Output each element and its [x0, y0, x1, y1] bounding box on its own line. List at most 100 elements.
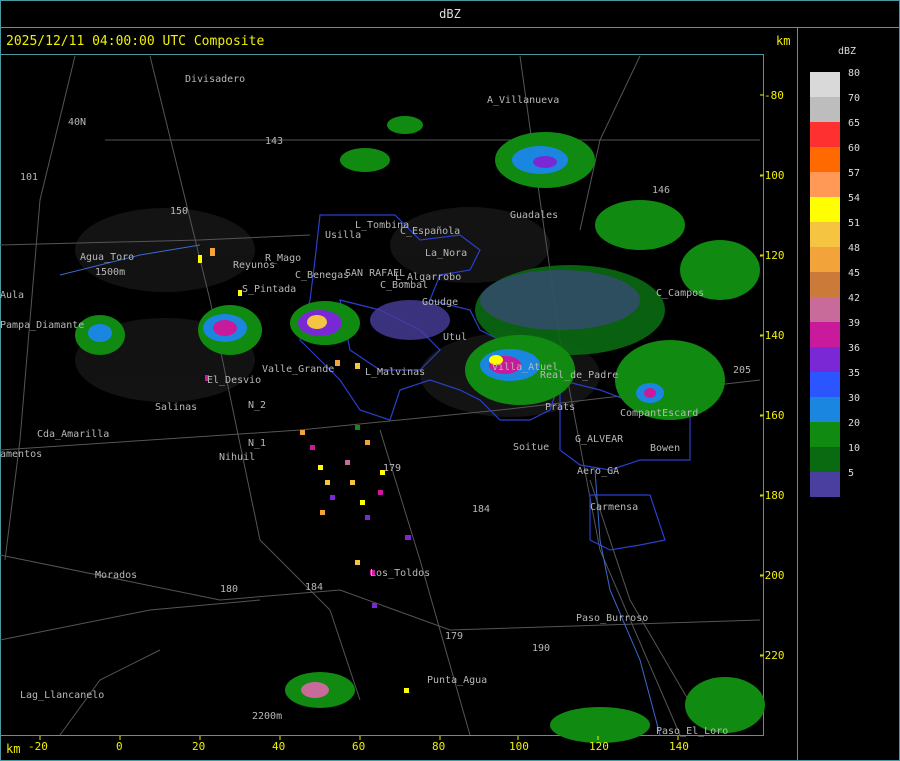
watermark-logo — [75, 208, 255, 292]
x-tick-label: 20 — [192, 740, 205, 753]
place-label: Aula — [0, 290, 24, 301]
x-tick-label: 80 — [432, 740, 445, 753]
legend-swatch — [810, 397, 840, 422]
x-tick-label: 120 — [589, 740, 609, 753]
legend-swatch — [810, 422, 840, 447]
legend-swatch — [810, 447, 840, 472]
place-label: 184 — [472, 504, 490, 515]
place-label: Guadales — [510, 210, 558, 221]
legend-swatch — [810, 147, 840, 172]
x-tick-label: 0 — [116, 740, 123, 753]
place-label: 1500m — [95, 267, 125, 278]
legend-swatch — [810, 72, 840, 97]
legend-swatch — [810, 222, 840, 247]
legend-swatch — [810, 122, 840, 147]
place-label: Valle_Grande — [262, 364, 334, 375]
place-label: 184 — [305, 582, 323, 593]
legend-swatch — [810, 372, 840, 397]
place-label: 190 — [532, 643, 550, 654]
place-label: 40N — [68, 117, 86, 128]
place-label: 101 — [20, 172, 38, 183]
color-legend — [810, 72, 840, 497]
legend-label: 5 — [848, 468, 855, 479]
legend-label: 36 — [848, 343, 861, 354]
place-label: 179 — [445, 631, 463, 642]
legend-label: 42 — [848, 293, 861, 304]
legend-swatch — [810, 297, 840, 322]
place-label: Morados — [95, 570, 137, 581]
x-tick-label: 60 — [352, 740, 365, 753]
place-label: S_Pintada — [242, 284, 296, 295]
legend-swatch — [810, 247, 840, 272]
place-label: Bowen — [650, 443, 680, 454]
x-tick-label: 140 — [669, 740, 689, 753]
place-label: Lag_Llancanelo — [20, 690, 104, 701]
legend-swatch — [810, 322, 840, 347]
place-label: R_Mago — [265, 253, 301, 264]
radar-overlay: Divisadero A_Villanueva 40N 101 150 143 … — [0, 55, 785, 753]
place-label: Los_Toldos — [370, 568, 430, 579]
place-label: 205 — [733, 365, 751, 376]
place-label: Nihuil — [219, 452, 255, 463]
place-label: C_Benegas — [295, 270, 349, 281]
place-label: Goudge — [422, 297, 458, 308]
legend-label: 80 — [848, 68, 861, 79]
legend-label: 48 — [848, 243, 861, 254]
legend-label: 35 — [848, 368, 861, 379]
place-label: Divisadero — [185, 74, 245, 85]
place-label: G_ALVEAR — [575, 434, 624, 445]
legend-swatch — [810, 272, 840, 297]
legend-swatch — [810, 172, 840, 197]
place-label: L_Malvinas — [365, 367, 425, 378]
place-label: 2200m — [252, 711, 282, 722]
x-tick-label: 100 — [509, 740, 529, 753]
x-tick-label: 40 — [272, 740, 285, 753]
x-tick-label: -20 — [28, 740, 48, 753]
legend-label: 30 — [848, 393, 861, 404]
legend-label: 70 — [848, 93, 861, 104]
legend-swatch — [810, 97, 840, 122]
legend-label: 45 — [848, 268, 861, 279]
legend-label: 51 — [848, 218, 861, 229]
place-label: C_Española — [400, 226, 460, 237]
place-label: C_Campos — [656, 288, 704, 299]
place-label: 150 — [170, 206, 188, 217]
legend-label: 10 — [848, 443, 861, 454]
place-label: A_Villanueva — [487, 95, 559, 106]
place-label: Paso_El_Loro — [656, 726, 728, 737]
legend-swatch — [810, 347, 840, 372]
legend-label: 20 — [848, 418, 861, 429]
y-tick-label: -80 — [764, 89, 784, 102]
place-label: 179 — [383, 463, 401, 474]
place-label: Salinas — [155, 402, 197, 413]
place-label: C_Bombal — [380, 280, 428, 291]
legend-label: 57 — [848, 168, 861, 179]
place-label: N_1 — [248, 438, 266, 449]
place-label: El_Desvio — [207, 375, 261, 386]
place-label: Villa_Atuel — [492, 362, 558, 373]
place-label: Agua_Toro — [80, 252, 134, 263]
place-label: N_2 — [248, 400, 266, 411]
place-label: Punta_Agua — [427, 675, 487, 686]
place-label: 143 — [265, 136, 283, 147]
place-label: amentos — [0, 449, 42, 460]
place-label: Pampa_Diamante — [0, 320, 84, 331]
place-label: Soitue — [513, 442, 549, 453]
legend-swatch — [810, 472, 840, 497]
legend-label: 39 — [848, 318, 861, 329]
place-label: Paso_Burroso — [576, 613, 648, 624]
place-label: Aero_GA — [577, 466, 619, 477]
place-label: 146 — [652, 185, 670, 196]
place-label: CompantEscard — [620, 408, 698, 419]
legend-title: dBZ — [838, 46, 857, 57]
place-label: Prats — [545, 402, 575, 413]
legend-label: 54 — [848, 193, 861, 204]
legend-label: 60 — [848, 143, 861, 154]
place-label: Cda_Amarilla — [37, 429, 109, 440]
legend-label: 65 — [848, 118, 861, 129]
legend-swatch — [810, 197, 840, 222]
place-label: Utul — [443, 332, 467, 343]
axis-tick-labels: -20 0 20 40 60 80 100 120 140 -80 -100 -… — [28, 89, 785, 753]
place-label: 180 — [220, 584, 238, 595]
place-label: Usilla — [325, 230, 361, 241]
